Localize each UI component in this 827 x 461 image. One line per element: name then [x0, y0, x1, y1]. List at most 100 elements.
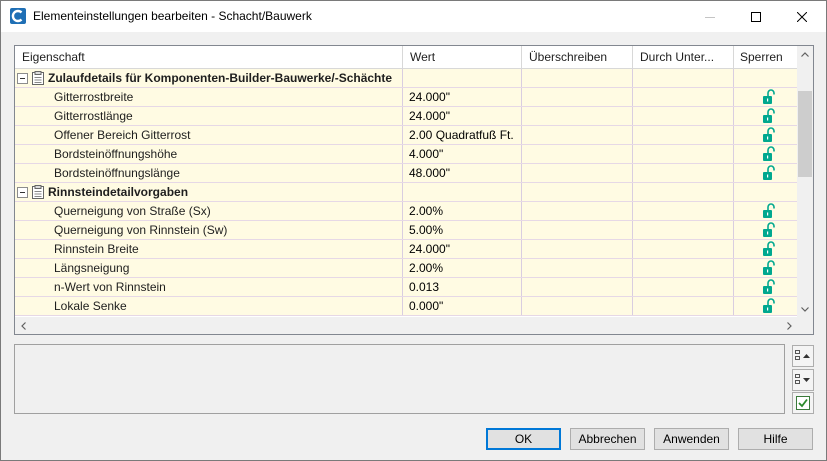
property-value[interactable]: 48.000"	[403, 164, 522, 182]
lock-toggle[interactable]	[734, 88, 798, 106]
property-value[interactable]: 0.013	[403, 278, 522, 296]
help-button[interactable]: Hilfe	[738, 428, 813, 450]
chevron-left-icon	[21, 321, 26, 330]
lock-toggle[interactable]	[734, 297, 798, 315]
override-cell[interactable]	[522, 164, 633, 182]
scroll-right-arrow-icon[interactable]	[781, 317, 798, 334]
lock-toggle[interactable]	[734, 259, 798, 277]
property-row[interactable]: Offener Bereich Gitterrost 2.00 Quadratfu…	[15, 126, 798, 145]
column-header-value[interactable]: Wert	[403, 46, 522, 69]
inherited-cell	[633, 259, 734, 277]
property-row[interactable]: Längsneigung 2.00%	[15, 259, 798, 278]
dialog-client-area: Eigenschaft Wert Überschreiben Durch Unt…	[1, 32, 826, 460]
apply-button[interactable]: Anwenden	[654, 428, 729, 450]
horizontal-scrollbar[interactable]	[15, 317, 798, 334]
unlocked-padlock-icon	[763, 89, 775, 104]
sort-up-icon	[795, 350, 810, 360]
unlocked-padlock-icon	[763, 260, 775, 275]
lock-toggle[interactable]	[734, 145, 798, 163]
property-row[interactable]: Querneigung von Rinnstein (Sw) 5.00%	[15, 221, 798, 240]
property-name: Lokale Senke	[15, 297, 403, 315]
property-name: Rinnstein Breite	[15, 240, 403, 258]
check-button[interactable]	[792, 392, 814, 414]
lock-toggle[interactable]	[734, 240, 798, 258]
property-value[interactable]: 4.000"	[403, 145, 522, 163]
lock-toggle[interactable]	[734, 278, 798, 296]
collapse-toggle-icon[interactable]	[17, 72, 28, 84]
group-title-cell: Zulaufdetails für Komponenten-Builder-Ba…	[15, 69, 403, 87]
override-cell[interactable]	[522, 88, 633, 106]
scroll-thumb[interactable]	[798, 91, 812, 177]
property-row[interactable]: Querneigung von Straße (Sx) 2.00%	[15, 202, 798, 221]
column-header-override[interactable]: Überschreiben	[522, 46, 633, 69]
override-cell[interactable]	[522, 145, 633, 163]
move-up-button[interactable]	[792, 345, 814, 367]
property-value[interactable]: 0.000"	[403, 297, 522, 315]
column-header-lock[interactable]: Sperren	[734, 46, 798, 69]
chevron-right-icon	[787, 321, 792, 330]
property-value[interactable]: 2.00 Quadratfuß Ft.	[403, 126, 522, 144]
property-row[interactable]: Gitterrostbreite 24.000"	[15, 88, 798, 107]
scroll-up-arrow-icon[interactable]	[797, 46, 813, 63]
lock-toggle[interactable]	[734, 126, 798, 144]
group-row[interactable]: Rinnsteindetailvorgaben	[15, 183, 798, 202]
inherited-cell	[633, 164, 734, 182]
sort-down-icon	[795, 374, 810, 384]
lock-toggle[interactable]	[734, 107, 798, 125]
grid-rows: Zulaufdetails für Komponenten-Builder-Ba…	[15, 69, 798, 316]
property-value[interactable]: 24.000"	[403, 240, 522, 258]
property-value[interactable]: 24.000"	[403, 107, 522, 125]
move-down-button[interactable]	[792, 369, 814, 391]
ok-button[interactable]: OK	[486, 428, 561, 450]
close-icon	[797, 11, 807, 22]
group-row[interactable]: Zulaufdetails für Komponenten-Builder-Ba…	[15, 69, 798, 88]
close-button[interactable]	[779, 1, 825, 32]
property-value[interactable]: 2.00%	[403, 259, 522, 277]
lock-toggle[interactable]	[734, 221, 798, 239]
inherited-cell	[633, 240, 734, 258]
property-value[interactable]: 24.000"	[403, 88, 522, 106]
property-name: Gitterrostbreite	[15, 88, 403, 106]
property-row[interactable]: Rinnstein Breite 24.000"	[15, 240, 798, 259]
property-name: Längsneigung	[15, 259, 403, 277]
checkbox-checked-icon	[796, 396, 810, 410]
column-header-property[interactable]: Eigenschaft	[15, 46, 403, 69]
collapse-toggle-icon[interactable]	[17, 186, 28, 198]
property-name: Bordsteinöffnungslänge	[15, 164, 403, 182]
scroll-down-arrow-icon[interactable]	[797, 301, 813, 318]
property-row[interactable]: Bordsteinöffnungslänge 48.000"	[15, 164, 798, 183]
lock-toggle[interactable]	[734, 202, 798, 220]
property-row[interactable]: Gitterrostlänge 24.000"	[15, 107, 798, 126]
inherited-cell	[633, 88, 734, 106]
override-cell[interactable]	[522, 126, 633, 144]
lock-toggle[interactable]	[734, 164, 798, 182]
override-cell[interactable]	[522, 240, 633, 258]
override-cell[interactable]	[522, 107, 633, 125]
override-cell[interactable]	[522, 278, 633, 296]
group-title: Rinnsteindetailvorgaben	[48, 185, 189, 199]
column-header-inherited[interactable]: Durch Unter...	[633, 46, 734, 69]
property-row[interactable]: Lokale Senke 0.000"	[15, 297, 798, 316]
override-cell[interactable]	[522, 297, 633, 315]
override-cell[interactable]	[522, 202, 633, 220]
maximize-button[interactable]	[733, 1, 779, 32]
override-cell[interactable]	[522, 259, 633, 277]
title-bar[interactable]: Elementeinstellungen bearbeiten - Schach…	[1, 1, 826, 32]
unlocked-padlock-icon	[763, 279, 775, 294]
unlocked-padlock-icon	[763, 165, 775, 180]
property-row[interactable]: n-Wert von Rinnstein 0.013	[15, 278, 798, 297]
civil3d-app-icon	[10, 8, 26, 24]
unlocked-padlock-icon	[763, 146, 775, 161]
dialog-window: Elementeinstellungen bearbeiten - Schach…	[0, 0, 827, 461]
property-row[interactable]: Bordsteinöffnungshöhe 4.000"	[15, 145, 798, 164]
cancel-button[interactable]: Abbrechen	[570, 428, 645, 450]
scroll-left-arrow-icon[interactable]	[15, 317, 32, 334]
property-name: Gitterrostlänge	[15, 107, 403, 125]
inherited-cell	[633, 126, 734, 144]
property-value[interactable]: 2.00%	[403, 202, 522, 220]
override-cell[interactable]	[522, 221, 633, 239]
property-value[interactable]: 5.00%	[403, 221, 522, 239]
minimize-button	[687, 1, 733, 32]
inherited-cell	[633, 297, 734, 315]
vertical-scrollbar[interactable]	[797, 46, 813, 318]
